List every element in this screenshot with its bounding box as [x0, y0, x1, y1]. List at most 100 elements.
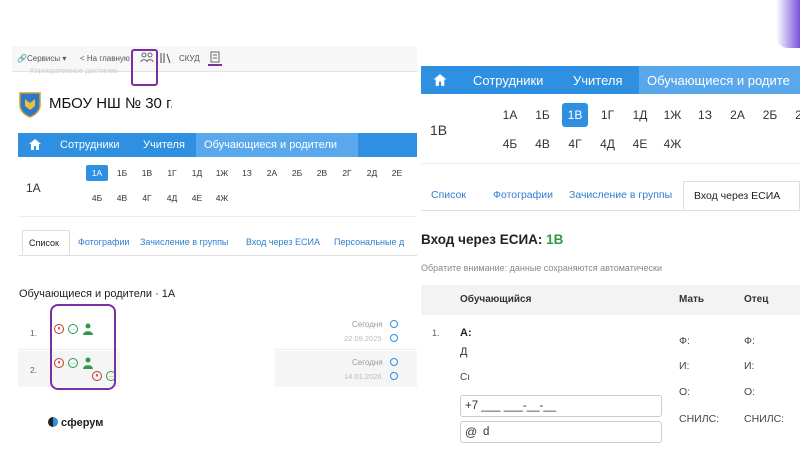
books-icon[interactable] — [159, 51, 173, 65]
class-button-1Ж[interactable]: 1Ж — [660, 103, 686, 127]
date-text: 14.01.2026 — [344, 372, 382, 381]
class-button-1В[interactable]: 1В — [136, 165, 158, 181]
class-button-1В[interactable]: 1В — [562, 103, 588, 127]
class-button-4Ж[interactable]: 4Ж — [660, 132, 686, 156]
parent-field-label: Ф: — [744, 335, 755, 347]
class-button-1Б[interactable]: 1Б — [530, 103, 556, 127]
brand-logo: сферум — [48, 417, 103, 429]
nav-students[interactable]: Обучающиеся и родители — [196, 133, 358, 157]
clock-icon — [390, 334, 398, 342]
home-icon[interactable] — [432, 73, 448, 92]
class-button-4Г[interactable]: 4Г — [562, 132, 588, 156]
nav-teachers[interactable]: Учителя — [573, 73, 623, 88]
class-button-4Б[interactable]: 4Б — [497, 132, 523, 156]
tab-0[interactable]: Список — [22, 230, 70, 255]
parent-field-label: О: — [679, 386, 691, 398]
parent-field-label: Ф: — [679, 335, 690, 347]
parent-field-label: СНИЛС: — [744, 413, 785, 425]
class-button-2В[interactable]: 2В — [311, 165, 333, 181]
class-button-2А[interactable]: 2А — [261, 165, 283, 181]
class-button-1З[interactable]: 1З — [692, 103, 718, 127]
class-button-4Е[interactable]: 4Е — [186, 190, 208, 206]
clock-icon — [390, 358, 398, 366]
class-button-2А[interactable]: 2А — [725, 103, 751, 127]
tab-4[interactable]: Персональные д — [328, 230, 418, 255]
class-button-4Д[interactable]: 4Д — [161, 190, 183, 206]
home-icon[interactable] — [28, 138, 42, 156]
tab-2[interactable]: Зачисление в группы — [134, 230, 238, 255]
class-button-2Д[interactable]: 2Д — [361, 165, 383, 181]
class-button-4Д[interactable]: 4Д — [595, 132, 621, 156]
row-number: 2. — [30, 365, 38, 375]
student-name: А: — [460, 327, 472, 339]
redaction-block — [120, 346, 275, 401]
class-button-2Б[interactable]: 2Б — [757, 103, 783, 127]
row-number: 1. — [432, 328, 440, 338]
current-class: 1А — [26, 181, 41, 195]
section-title: Вход через ЕСИА: 1В — [421, 232, 563, 247]
class-button-4Ж[interactable]: 4Ж — [211, 190, 233, 206]
student-name-line3: Сı — [460, 372, 470, 383]
decorative-corner — [776, 0, 800, 48]
email-input[interactable]: @ d — [460, 421, 662, 443]
tab-1[interactable]: Фотографии — [483, 181, 557, 210]
screenshot-collage: 🔗Сервисы ▾ < На главную СКУД Корпоративн… — [0, 0, 800, 450]
col-student: Обучающийся — [460, 294, 532, 305]
main-nav: Сотрудники Учителя Обучающиеся и родите — [421, 66, 800, 94]
section-title-prefix: Вход через ЕСИА: — [421, 232, 543, 247]
class-button-2Е[interactable]: 2Е — [386, 165, 408, 181]
sferum-icon — [48, 417, 58, 427]
tab-1[interactable]: Фотографии — [72, 230, 132, 255]
tab-3[interactable]: Вход через ЕСИА — [240, 230, 326, 255]
class-button-4В[interactable]: 4В — [530, 132, 556, 156]
parent-field-label: И: — [679, 360, 690, 372]
class-button-2Б[interactable]: 2Б — [286, 165, 308, 181]
nav-students-label: Обучающиеся и родители — [204, 139, 338, 151]
class-selector: 1А 1А 1Б 1В 1Г 1Д 1Ж 1З 2А 2Б 2В 2Г 2Д 2Е 4Б 4В 4Г 4Д 4Е… — [18, 157, 417, 217]
class-button-1Ж[interactable]: 1Ж — [211, 165, 233, 181]
class-button-4В[interactable]: 4В — [111, 190, 133, 206]
class-button-1А[interactable]: 1А — [86, 165, 108, 181]
tabs-bar: Список Фотографии Зачисление в группы Вход … — [18, 230, 417, 256]
skud-link[interactable]: СКУД — [179, 54, 200, 63]
col-father: Отец — [744, 294, 769, 305]
tab-2[interactable]: Зачисление в группы — [559, 181, 681, 210]
class-button-1Б[interactable]: 1Б — [111, 165, 133, 181]
parent-field-label: И: — [744, 360, 755, 372]
status-text: Сегодня — [352, 320, 383, 329]
class-button-2В[interactable]: 2В — [790, 103, 800, 127]
status-text: Сегодня — [352, 358, 383, 367]
school-emblem — [17, 90, 43, 118]
class-selector: 1В 1А1Б1В1Г1Д1Ж1З2А2Б2В 4Б4В4Г4Д4Е4Ж — [421, 94, 800, 164]
class-button-1Д[interactable]: 1Д — [186, 165, 208, 181]
class-button-1Г[interactable]: 1Г — [595, 103, 621, 127]
nav-staff[interactable]: Сотрудники — [60, 139, 120, 151]
class-button-4Г[interactable]: 4Г — [136, 190, 158, 206]
date-text: 22.09.2025 — [344, 334, 382, 343]
current-class: 1В — [430, 122, 448, 138]
nav-staff[interactable]: Сотрудники — [473, 73, 543, 88]
class-button-2Г[interactable]: 2Г — [336, 165, 358, 181]
nav-students[interactable]: Обучающиеся и родите — [639, 66, 800, 94]
report-icon[interactable] — [208, 50, 222, 66]
class-button-1Д[interactable]: 1Д — [627, 103, 653, 127]
class-button-1А[interactable]: 1А — [497, 103, 523, 127]
tab-3[interactable]: Вход через ЕСИА — [683, 181, 800, 210]
tab-0[interactable]: Список — [421, 181, 481, 210]
class-button-4Е[interactable]: 4Е — [627, 132, 653, 156]
class-button-1Г[interactable]: 1Г — [161, 165, 183, 181]
parent-field-label: О: — [744, 386, 756, 398]
clock-icon — [390, 320, 398, 328]
table-header: Обучающийся Мать Отец — [421, 285, 800, 315]
nav-students-label: Обучающиеся и родите — [647, 73, 790, 88]
link-icon: 🔗 — [17, 54, 27, 63]
services-link[interactable]: 🔗Сервисы ▾ — [17, 54, 66, 63]
phone-input[interactable]: +7 ___ ___-__-__ — [460, 395, 662, 417]
main-nav: Сотрудники Учителя Обучающиеся и родител… — [18, 133, 417, 157]
home-link[interactable]: < На главную — [80, 54, 130, 63]
class-button-1З[interactable]: 1З — [236, 165, 258, 181]
phone-value: +7 ___ ___-__-__ — [465, 400, 557, 412]
class-button-4Б[interactable]: 4Б — [86, 190, 108, 206]
nav-teachers[interactable]: Учителя — [143, 139, 185, 151]
top-bar: 🔗Сервисы ▾ < На главную СКУД Корпоративн… — [12, 46, 417, 75]
